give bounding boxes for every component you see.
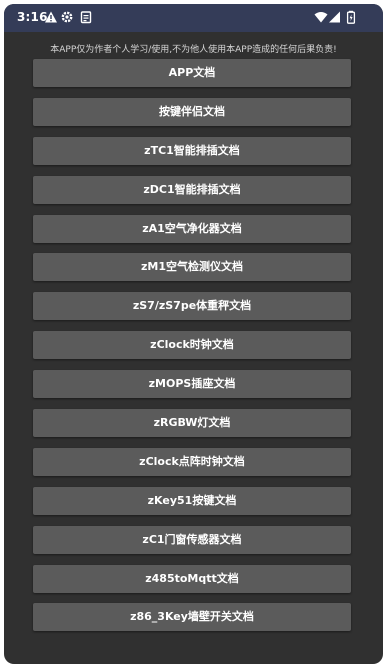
zclock-matrix-doc-button[interactable]: zClock点阵时钟文档 xyxy=(33,447,351,476)
z86-3key-doc-button[interactable]: z86_3Key墙壁开关文档 xyxy=(33,603,351,632)
zmops-doc-button[interactable]: zMOPS插座文档 xyxy=(33,370,351,399)
zs7-doc-button[interactable]: zS7/zS7pe体重秤文档 xyxy=(33,292,351,321)
clipboard-icon xyxy=(79,10,93,24)
disclaimer-notice: 本APP仅为作者个人学习/使用,不为他人使用本APP造成的任何后果负责! xyxy=(50,45,337,55)
zkey51-doc-button[interactable]: zKey51按键文档 xyxy=(33,486,351,515)
zm1-doc-button[interactable]: zM1空气检测仪文档 xyxy=(33,253,351,282)
zclock-doc-button[interactable]: zClock时钟文档 xyxy=(33,331,351,360)
warning-icon xyxy=(44,10,58,24)
wifi-icon xyxy=(314,10,328,24)
zrgbw-doc-button[interactable]: zRGBW灯文档 xyxy=(33,409,351,438)
zc1-doc-button[interactable]: zC1门窗传感器文档 xyxy=(33,525,351,554)
status-bar: 3:16 xyxy=(4,4,383,32)
z485tomqtt-doc-button[interactable]: z485toMqtt文档 xyxy=(33,564,351,593)
za1-doc-button[interactable]: zA1空气净化器文档 xyxy=(33,214,351,243)
app-doc-button[interactable]: APP文档 xyxy=(33,59,351,87)
battery-icon xyxy=(344,10,358,24)
zdc1-doc-button[interactable]: zDC1智能排插文档 xyxy=(33,175,351,204)
cellular-signal-icon xyxy=(328,10,342,24)
document-list: APP文档 按键伴侣文档 zTC1智能排插文档 zDC1智能排插文档 zA1空气… xyxy=(33,59,351,642)
key-companion-doc-button[interactable]: 按键伴侣文档 xyxy=(33,97,351,126)
ztc1-doc-button[interactable]: zTC1智能排插文档 xyxy=(33,136,351,165)
settings-icon xyxy=(60,10,74,24)
app-screen: 3:16 本APP仅为作者个人学习/使用,不为他人使用本APP造成的任何后果负责… xyxy=(4,4,383,664)
